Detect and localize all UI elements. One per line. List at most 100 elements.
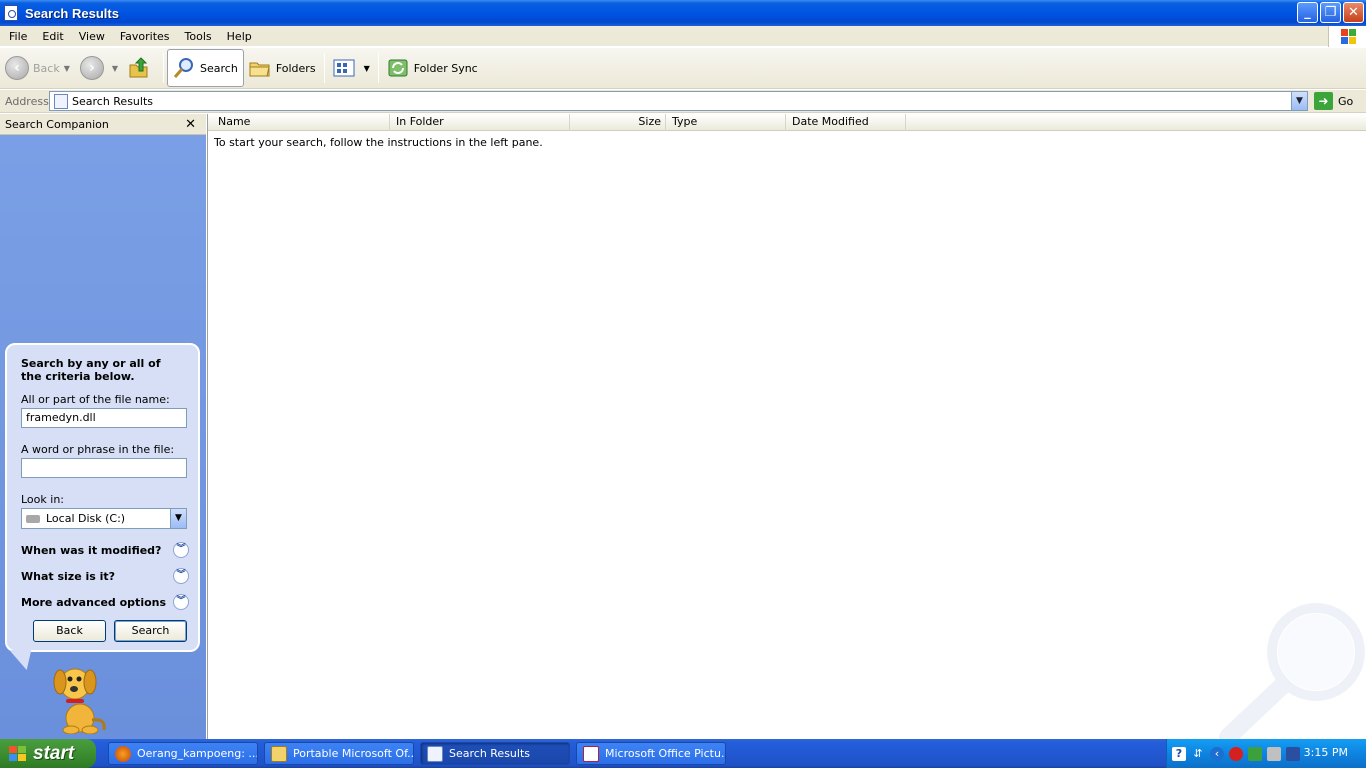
column-name[interactable]: Name [212,114,390,131]
toolbar: ‹ Back ▼ › ▼ Search Folders ▼ Folder Syn… [0,48,1366,89]
views-dropdown-icon[interactable]: ▼ [364,64,370,73]
address-bar: Address Search Results ▼ ➜ Go [0,90,1366,113]
windows-logo-icon [1328,26,1366,47]
folder-sync-icon [387,57,409,79]
phrase-input[interactable] [21,458,187,478]
start-button[interactable]: start [0,739,96,768]
advanced-option-label: More advanced options [21,595,167,609]
folders-icon [249,57,271,79]
column-date-modified[interactable]: Date Modified [786,114,906,131]
modified-option[interactable]: When was it modified? ︾ [21,541,189,559]
filename-label: All or part of the file name: [21,393,170,406]
taskbar-item-firefox[interactable]: Oerang_kampoeng: ... [108,742,258,765]
title-bar: Search Results _ ❐ ✕ [0,0,1366,26]
address-label: Address [5,94,49,108]
windows-flag-icon [8,745,28,763]
views-icon [333,57,355,79]
restore-button[interactable]: ❐ [1320,2,1341,23]
folder-sync-button[interactable]: Folder Sync [382,50,483,86]
companion-search-button[interactable]: Search [114,620,187,642]
search-results-icon [427,745,443,762]
companion-back-button[interactable]: Back [33,620,106,642]
menu-edit[interactable]: Edit [33,30,69,43]
go-arrow-icon: ➜ [1314,92,1333,110]
menu-help[interactable]: Help [218,30,258,43]
search-dog-character-icon[interactable] [48,662,110,735]
taskbar: start Oerang_kampoeng: ... Portable Micr… [0,739,1366,768]
search-companion-pane: Search Companion ✕ Search by any or all … [0,114,206,739]
minimize-button[interactable]: _ [1297,2,1318,23]
address-dropdown-icon[interactable]: ▼ [1291,92,1307,110]
network-tray-icon[interactable]: ⇵ [1191,747,1205,761]
size-option[interactable]: What size is it? ︾ [21,567,189,585]
monitor-tray-icon[interactable] [1286,746,1300,761]
taskbar-item-label: Search Results [449,747,531,760]
folders-label: Folders [275,61,316,75]
up-folder-icon [128,57,150,79]
empty-results-message: To start your search, follow the instruc… [214,136,543,149]
views-button[interactable]: ▼ [328,50,375,86]
close-pane-icon[interactable]: ✕ [185,117,196,132]
taskbar-item-label: Microsoft Office Pictu... [605,747,726,760]
search-button[interactable]: Search [167,49,244,87]
column-type[interactable]: Type [666,114,786,131]
phrase-label: A word or phrase in the file: [21,443,175,456]
advanced-option[interactable]: More advanced options ︾ [21,593,189,611]
go-button[interactable]: ➜ Go [1314,92,1353,110]
search-watermark-icon [1218,592,1366,746]
antivirus-tray-icon[interactable] [1229,746,1243,761]
forward-dropdown-icon[interactable]: ▼ [112,64,118,73]
show-hidden-icons-chevron-icon[interactable]: ‹ [1210,746,1224,761]
local-disk-icon [26,514,40,523]
lookin-dropdown-icon[interactable]: ▼ [170,509,186,528]
back-dropdown-icon[interactable]: ▼ [64,64,70,73]
toolbar-separator [377,53,379,83]
back-button[interactable]: ‹ Back ▼ [0,50,75,86]
close-button[interactable]: ✕ [1343,2,1364,23]
expand-chevron-icon[interactable]: ︾ [173,594,189,610]
menu-file[interactable]: File [0,30,33,43]
menu-view[interactable]: View [70,30,111,43]
start-label: start [33,742,75,764]
folder-sync-label: Folder Sync [413,61,478,75]
expand-chevron-icon[interactable]: ︾ [173,568,189,584]
toolbar-separator [163,53,165,83]
lookin-select[interactable]: Local Disk (C:) ▼ [21,508,187,529]
taskbar-item-search-results[interactable]: Search Results [420,742,570,765]
go-label: Go [1338,94,1354,108]
search-criteria-heading: Search by any or all of the criteria bel… [21,357,161,383]
picture-manager-icon [583,745,599,762]
help-tray-icon[interactable]: ? [1172,746,1186,761]
lookin-value: Local Disk (C:) [46,512,126,525]
expand-chevron-icon[interactable]: ︾ [173,542,189,558]
address-input[interactable]: Search Results ▼ [49,91,1308,111]
search-companion-header: Search Companion ✕ [0,114,206,135]
menu-tools[interactable]: Tools [176,30,218,43]
filename-input[interactable]: framedyn.dll [21,408,187,428]
forward-button[interactable]: › ▼ [75,50,123,86]
folder-icon [271,745,287,762]
device-tray-icon[interactable] [1267,746,1281,761]
search-criteria-panel: Search by any or all of the criteria bel… [5,343,200,652]
modified-option-label: When was it modified? [21,543,162,557]
firefox-icon [115,745,131,762]
column-in-folder[interactable]: In Folder [390,114,570,131]
app-tray-icon[interactable] [1248,746,1262,761]
up-folder-button[interactable] [123,50,160,86]
menu-favorites[interactable]: Favorites [111,30,176,43]
results-pane: Name In Folder Size Type Date Modified T… [207,114,1366,746]
speech-bubble-tail [9,650,37,670]
menu-bar: File Edit View Favorites Tools Help [0,26,1366,47]
column-size[interactable]: Size [570,114,666,131]
search-results-page-icon [54,93,68,109]
taskbar-item-portable-office[interactable]: Portable Microsoft Of... [264,742,414,765]
back-label: Back [33,61,60,75]
folders-button[interactable]: Folders [244,50,321,86]
results-column-header: Name In Folder Size Type Date Modified [208,114,1366,131]
search-icon [173,57,195,79]
taskbar-item-picture-manager[interactable]: Microsoft Office Pictu... [576,742,726,765]
window-title: Search Results [25,5,119,21]
clock[interactable]: 3:15 PM [1304,746,1348,759]
search-window-icon [4,5,18,21]
back-arrow-icon: ‹ [5,56,29,80]
